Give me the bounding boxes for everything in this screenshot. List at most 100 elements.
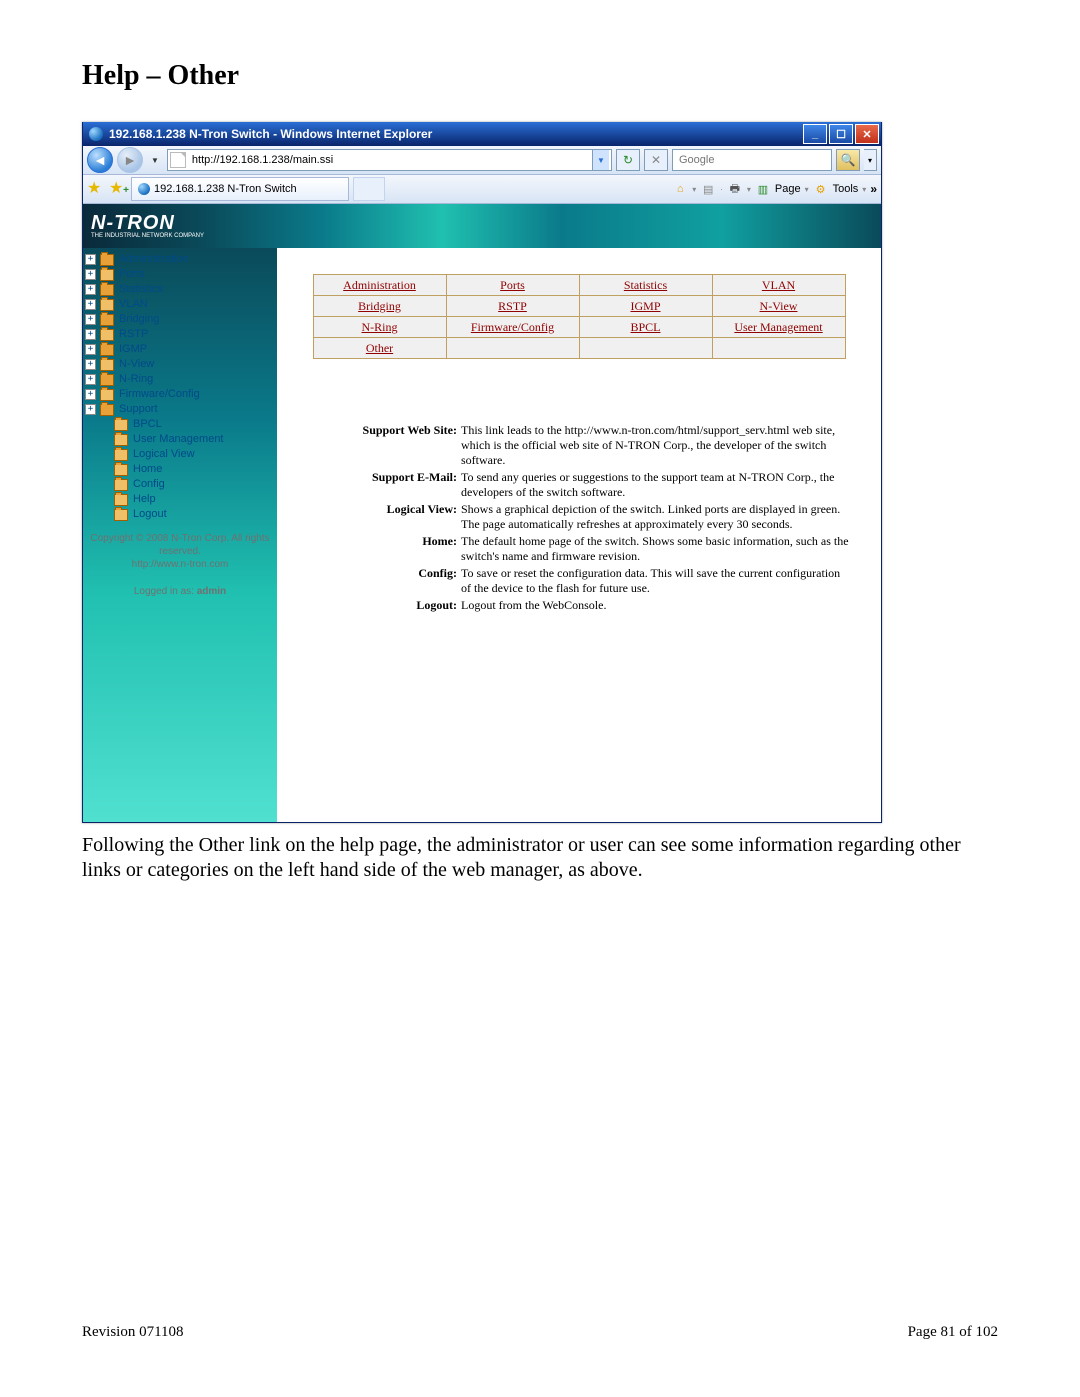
- tree-node[interactable]: + Firmware/Config: [85, 387, 275, 402]
- help-nav-link[interactable]: User Management: [734, 320, 822, 334]
- tree-label[interactable]: Logical View: [133, 447, 195, 462]
- history-dropdown[interactable]: ▼: [147, 156, 163, 165]
- tree-label[interactable]: N-View: [119, 357, 154, 372]
- tree-node[interactable]: + Administration: [85, 252, 275, 267]
- help-nav-link[interactable]: Firmware/Config: [471, 320, 554, 334]
- tree-leaf[interactable]: User Management: [99, 432, 275, 447]
- help-nav-cell[interactable]: VLAN: [712, 275, 845, 296]
- tree-label[interactable]: Administration: [119, 252, 189, 267]
- expand-icon[interactable]: +: [85, 374, 96, 385]
- help-nav-cell[interactable]: Bridging: [313, 296, 446, 317]
- tree-node[interactable]: + Statistics: [85, 282, 275, 297]
- expand-icon[interactable]: +: [85, 389, 96, 400]
- help-nav-link[interactable]: Other: [366, 341, 393, 355]
- expand-icon[interactable]: +: [85, 344, 96, 355]
- home-icon[interactable]: ⌂: [672, 181, 688, 197]
- help-nav-link[interactable]: N-Ring: [362, 320, 398, 334]
- search-input[interactable]: [677, 153, 827, 167]
- tree-leaf[interactable]: Config: [99, 477, 275, 492]
- tree-label[interactable]: Logout: [133, 507, 167, 522]
- tree-label[interactable]: Home: [133, 462, 162, 477]
- tree-node[interactable]: + IGMP: [85, 342, 275, 357]
- help-nav-cell[interactable]: N-Ring: [313, 317, 446, 338]
- address-dropdown[interactable]: ▼: [592, 150, 609, 170]
- tree-node[interactable]: + Support: [85, 402, 275, 417]
- help-nav-cell[interactable]: Statistics: [579, 275, 712, 296]
- search-dropdown[interactable]: ▾: [864, 149, 877, 171]
- tree-leaf[interactable]: Help: [99, 492, 275, 507]
- add-favorite-icon[interactable]: ★: [109, 180, 127, 198]
- expand-icon[interactable]: +: [85, 254, 96, 265]
- favorites-icon[interactable]: ★: [87, 180, 105, 198]
- help-nav-link[interactable]: VLAN: [762, 278, 795, 292]
- help-nav-cell[interactable]: Other: [313, 338, 446, 359]
- tree-label[interactable]: Firmware/Config: [119, 387, 200, 402]
- print-icon[interactable]: 🖶: [727, 181, 743, 197]
- feeds-icon[interactable]: ▤: [700, 181, 716, 197]
- tree-label[interactable]: N-Ring: [119, 372, 153, 387]
- chevron-icon[interactable]: »: [870, 182, 877, 196]
- help-nav-link[interactable]: BPCL: [630, 320, 660, 334]
- help-nav-link[interactable]: N-View: [760, 299, 798, 313]
- browser-tab[interactable]: 192.168.1.238 N-Tron Switch: [131, 177, 349, 201]
- tree-label[interactable]: Config: [133, 477, 165, 492]
- close-button[interactable]: ✕: [855, 124, 879, 144]
- expand-icon[interactable]: +: [85, 329, 96, 340]
- tree-node[interactable]: + Ports: [85, 267, 275, 282]
- address-bar[interactable]: ▼: [167, 149, 612, 171]
- tree-leaf[interactable]: Home: [99, 462, 275, 477]
- search-box[interactable]: [672, 149, 832, 171]
- help-nav-cell[interactable]: Firmware/Config: [446, 317, 579, 338]
- expand-icon[interactable]: +: [85, 269, 96, 280]
- help-nav-cell[interactable]: IGMP: [579, 296, 712, 317]
- tools-icon[interactable]: ⚙: [813, 181, 829, 197]
- expand-icon[interactable]: +: [85, 314, 96, 325]
- maximize-button[interactable]: ☐: [829, 124, 853, 144]
- new-tab-button[interactable]: [353, 177, 385, 201]
- page-menu-label[interactable]: Page: [775, 183, 801, 195]
- help-nav-cell[interactable]: N-View: [712, 296, 845, 317]
- expand-icon[interactable]: +: [85, 404, 96, 415]
- tree-leaf[interactable]: Logical View: [99, 447, 275, 462]
- tree-label[interactable]: RSTP: [119, 327, 148, 342]
- tree-node[interactable]: + N-View: [85, 357, 275, 372]
- tree-label[interactable]: IGMP: [119, 342, 147, 357]
- tree-label[interactable]: VLAN: [119, 297, 148, 312]
- search-button[interactable]: 🔍: [836, 149, 860, 171]
- tree-label[interactable]: BPCL: [133, 417, 162, 432]
- help-nav-link[interactable]: Bridging: [358, 299, 401, 313]
- minimize-button[interactable]: _: [803, 124, 827, 144]
- help-nav-cell[interactable]: Ports: [446, 275, 579, 296]
- help-nav-cell[interactable]: User Management: [712, 317, 845, 338]
- help-nav-link[interactable]: Administration: [343, 278, 416, 292]
- tools-menu-label[interactable]: Tools: [833, 183, 859, 195]
- forward-button[interactable]: ►: [117, 147, 143, 173]
- expand-icon[interactable]: +: [85, 284, 96, 295]
- tree-label[interactable]: User Management: [133, 432, 224, 447]
- help-nav-cell[interactable]: BPCL: [579, 317, 712, 338]
- expand-icon[interactable]: +: [85, 359, 96, 370]
- url-input[interactable]: [190, 151, 592, 169]
- help-nav-cell[interactable]: RSTP: [446, 296, 579, 317]
- tree-label[interactable]: Support: [119, 402, 158, 417]
- tree-leaf[interactable]: Logout: [99, 507, 275, 522]
- stop-button[interactable]: ✕: [644, 149, 668, 171]
- page-menu-icon[interactable]: ▥: [755, 181, 771, 197]
- tree-node[interactable]: + VLAN: [85, 297, 275, 312]
- tree-label[interactable]: Help: [133, 492, 156, 507]
- tree-node[interactable]: + RSTP: [85, 327, 275, 342]
- help-nav-link[interactable]: Ports: [500, 278, 525, 292]
- tree-leaf[interactable]: BPCL: [99, 417, 275, 432]
- tree-label[interactable]: Ports: [119, 267, 145, 282]
- expand-icon[interactable]: +: [85, 299, 96, 310]
- tree-label[interactable]: Bridging: [119, 312, 159, 327]
- tree-label[interactable]: Statistics: [119, 282, 163, 297]
- back-button[interactable]: ◄: [87, 147, 113, 173]
- tree-node[interactable]: + Bridging: [85, 312, 275, 327]
- help-nav-link[interactable]: Statistics: [624, 278, 667, 292]
- help-nav-link[interactable]: RSTP: [498, 299, 527, 313]
- help-nav-link[interactable]: IGMP: [630, 299, 660, 313]
- help-nav-cell[interactable]: Administration: [313, 275, 446, 296]
- tree-node[interactable]: + N-Ring: [85, 372, 275, 387]
- refresh-button[interactable]: ↻: [616, 149, 640, 171]
